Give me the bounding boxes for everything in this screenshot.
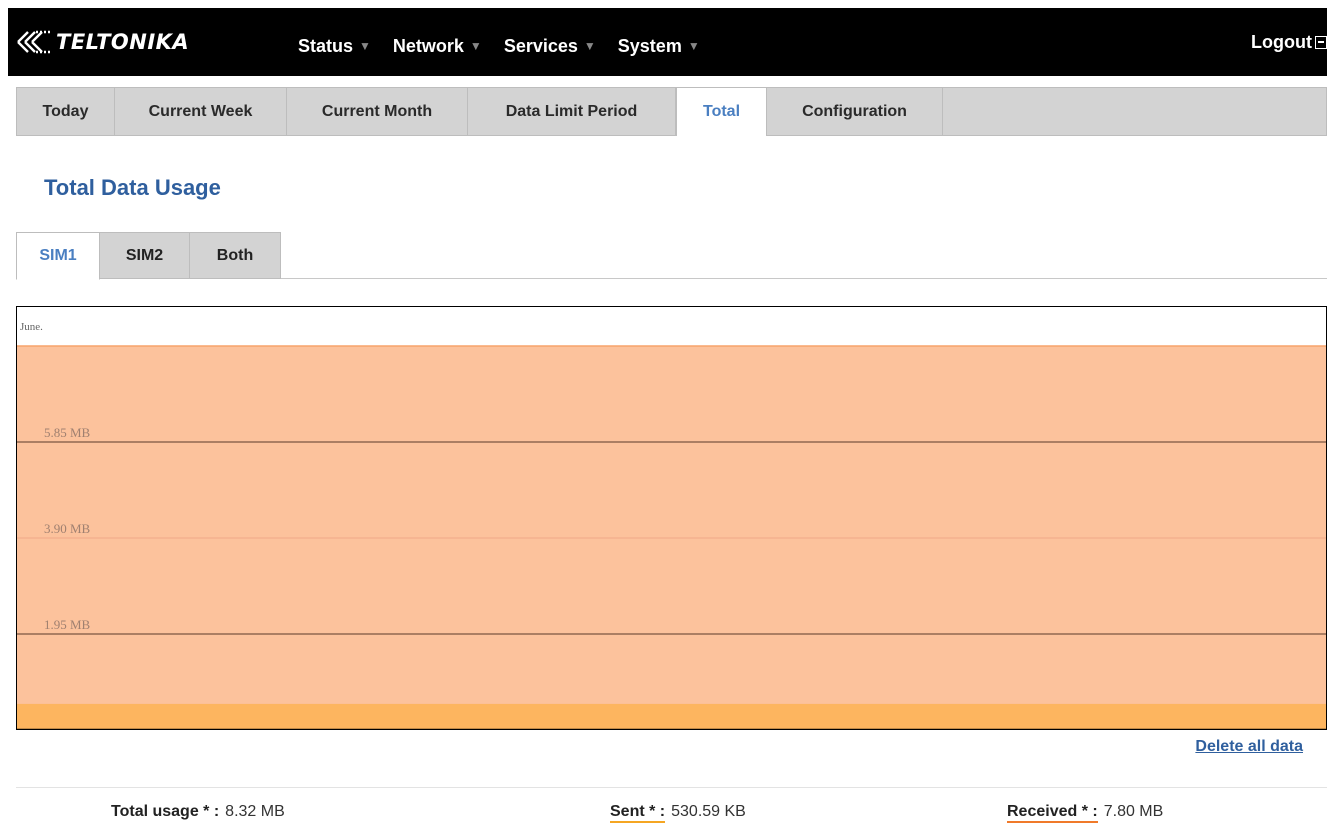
tab-current-month[interactable]: Current Month — [287, 88, 468, 135]
stats-divider — [16, 787, 1327, 788]
nav-status[interactable]: Status ▼ — [298, 36, 371, 57]
nav-network-label: Network — [392, 35, 464, 56]
tab-label: SIM1 — [39, 247, 77, 264]
caret-down-icon: ▼ — [469, 39, 482, 53]
sent-area — [17, 703, 1326, 729]
logout-icon — [1315, 35, 1327, 49]
tab-label: Current Week — [148, 102, 253, 120]
teltonika-logo-icon — [17, 30, 50, 54]
logo-text: TELTONIKA — [56, 30, 190, 54]
tab-both[interactable]: Both — [190, 232, 281, 279]
tab-configuration[interactable]: Configuration — [767, 88, 943, 135]
tab-label: Configuration — [802, 102, 907, 120]
tab-sim2[interactable]: SIM2 — [100, 232, 190, 279]
tab-data-limit-period[interactable]: Data Limit Period — [468, 88, 676, 135]
chart-svg: 5.85 MB 3.90 MB 1.95 MB June. — [16, 306, 1327, 730]
sent-value: 530.59 KB — [671, 803, 746, 820]
received-stat: Received * : 7.80 MB — [1007, 803, 1163, 823]
caret-down-icon: ▼ — [687, 39, 700, 53]
total-usage-label: Total usage * : — [111, 803, 220, 820]
sent-label: Sent * : — [610, 803, 666, 823]
tab-label: Current Month — [321, 102, 433, 120]
tab-today[interactable]: Today — [17, 88, 115, 135]
sent-stat: Sent * : 530.59 KB — [610, 803, 746, 823]
period-label: June. — [20, 321, 43, 333]
logout-label: Logout — [1251, 31, 1312, 52]
data-usage-chart: 5.85 MB 3.90 MB 1.95 MB June. — [16, 306, 1327, 730]
logout-button[interactable]: Logout — [1251, 8, 1327, 76]
y-tick-label: 1.95 MB — [44, 617, 91, 632]
total-usage-stat: Total usage * : 8.32 MB — [111, 803, 285, 821]
delete-all-data-link[interactable]: Delete all data — [1195, 738, 1303, 756]
tab-current-week[interactable]: Current Week — [115, 88, 287, 135]
page-title: Total Data Usage — [44, 175, 221, 200]
tab-sim1[interactable]: SIM1 — [16, 232, 100, 280]
period-tabs: Today Current Week Current Month Data Li… — [16, 87, 1327, 136]
y-tick-label: 5.85 MB — [44, 425, 91, 440]
tab-total[interactable]: Total — [676, 87, 767, 136]
teltonika-logo[interactable]: TELTONIKA — [16, 26, 189, 58]
nav-services[interactable]: Services ▼ — [504, 36, 596, 57]
nav-network[interactable]: Network ▼ — [393, 36, 482, 57]
tab-label: Total — [702, 103, 741, 120]
nav-services-label: Services — [503, 35, 578, 56]
top-navbar: TELTONIKA Status ▼ Network ▼ Services ▼ … — [8, 8, 1327, 76]
total-usage-value: 8.32 MB — [225, 803, 285, 820]
tab-label: SIM2 — [125, 246, 164, 264]
tab-label: Both — [216, 246, 254, 264]
tab-label: Data Limit Period — [505, 102, 638, 120]
y-tick-label: 3.90 MB — [44, 521, 91, 536]
nav-system-label: System — [617, 35, 682, 56]
tab-label: Today — [42, 102, 89, 120]
nav-system[interactable]: System ▼ — [618, 36, 700, 57]
received-label: Received * : — [1007, 803, 1098, 823]
main-nav: Status ▼ Network ▼ Services ▼ System ▼ — [298, 8, 722, 84]
sim-tabs: SIM1 SIM2 Both — [16, 232, 281, 280]
caret-down-icon: ▼ — [583, 39, 596, 53]
nav-status-label: Status — [298, 35, 354, 56]
received-value: 7.80 MB — [1103, 803, 1164, 820]
caret-down-icon: ▼ — [359, 39, 371, 53]
